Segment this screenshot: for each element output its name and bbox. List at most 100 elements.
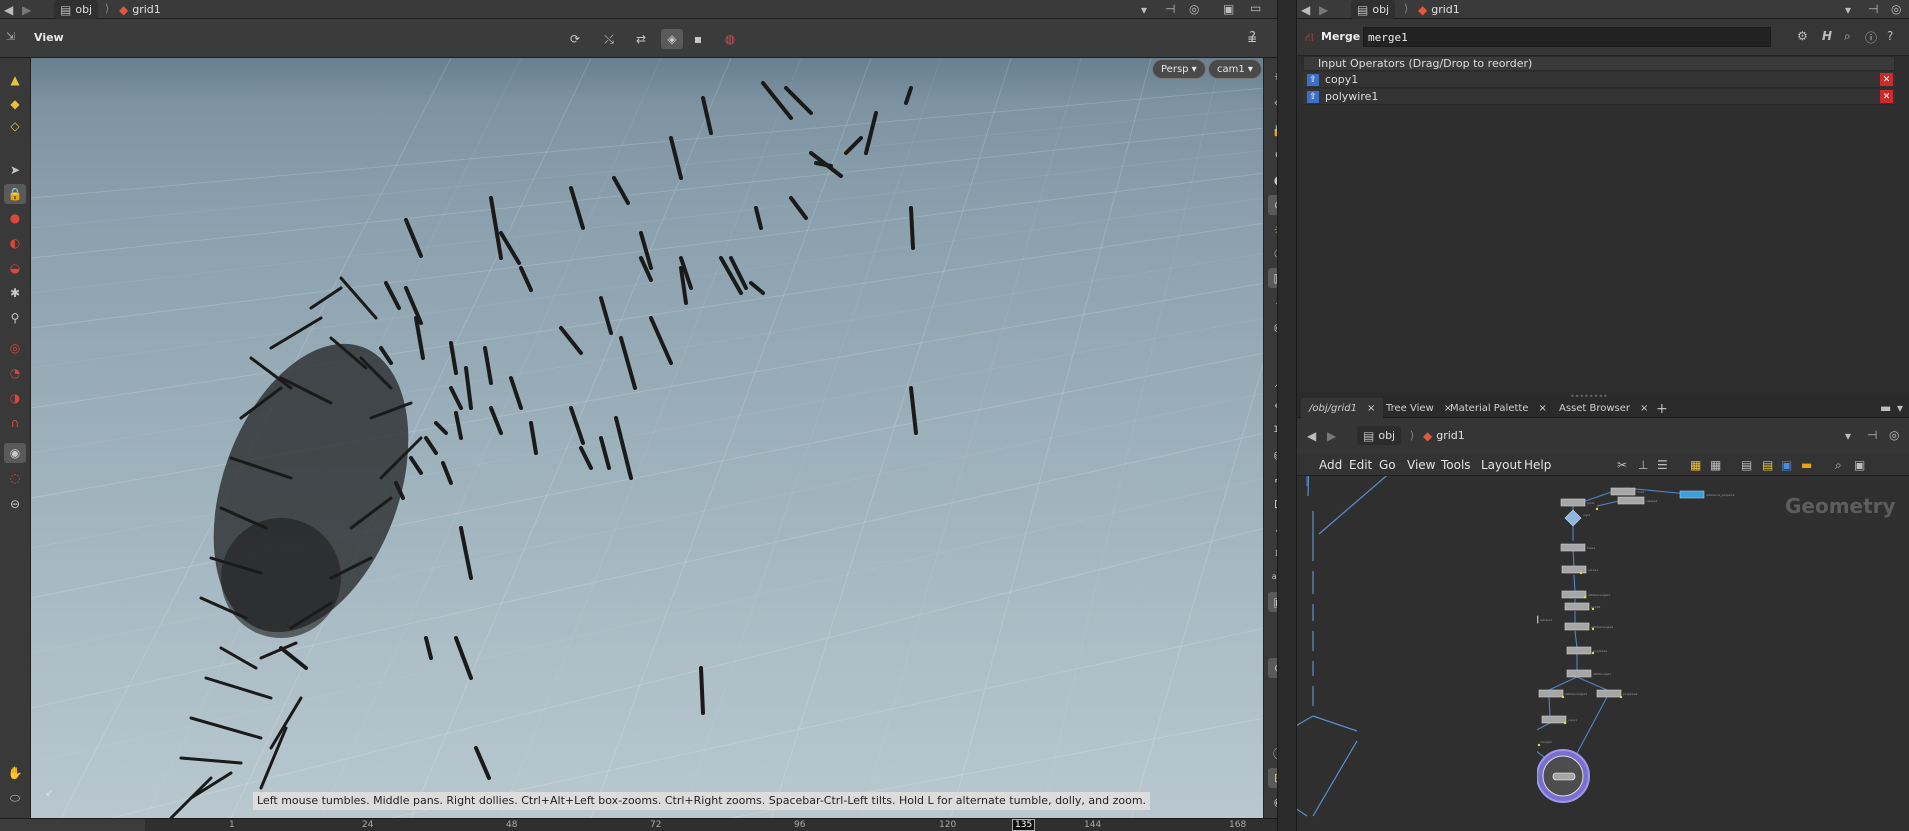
pane-menu-icon[interactable]: ▬ — [1880, 401, 1891, 415]
help-icon[interactable]: ? — [1249, 30, 1256, 45]
close-icon[interactable]: × — [1367, 403, 1375, 414]
camera-menu[interactable]: cam1 ▾ — [1208, 59, 1262, 79]
path-node-button[interactable]: ◆ grid1 — [1417, 426, 1471, 445]
path-node-button[interactable]: ◆ grid1 — [1412, 0, 1466, 19]
menu-layout[interactable]: Layout — [1481, 458, 1522, 472]
grid-color-icon[interactable]: ▦ — [1690, 458, 1701, 472]
delete-icon[interactable]: ✕ — [1880, 73, 1893, 86]
path-root-button[interactable]: ▤ obj — [1351, 0, 1396, 19]
snap-prim-icon[interactable]: ◔ — [4, 363, 26, 383]
layout-icon[interactable]: ▭ — [1250, 1, 1261, 15]
note-icon[interactable]: ▤ — [1762, 458, 1773, 472]
paint-icon[interactable]: ◆ — [4, 94, 26, 114]
tree-icon[interactable]: ⊥ — [1638, 458, 1648, 472]
move-icon[interactable]: ● — [4, 208, 26, 228]
close-icon[interactable]: × — [1640, 403, 1648, 414]
hand-icon[interactable]: ✋ — [4, 763, 26, 783]
path-dropdown-icon[interactable]: ▾ — [1845, 3, 1851, 17]
network-editor[interactable]: Geometry grid1 line1 sweep1 reference_po… — [1297, 476, 1909, 831]
render-region-icon[interactable]: ◌ — [4, 468, 26, 488]
pane-dropdown-icon[interactable]: ▾ — [1897, 401, 1903, 415]
menu-view[interactable]: View — [1407, 458, 1435, 472]
select-all-icon[interactable]: ⟳ — [564, 29, 586, 49]
forward-arrow-icon[interactable]: ▶ — [1319, 3, 1328, 17]
list-icon[interactable]: ☰ — [1657, 458, 1668, 472]
pin-icon[interactable]: ⊣ — [1165, 2, 1175, 16]
path-root-button[interactable]: ▤ obj — [1357, 426, 1402, 445]
camera-icon[interactable]: ▣ — [1854, 458, 1865, 472]
help-icon[interactable]: ? — [1887, 29, 1893, 43]
search-icon[interactable]: ⌕ — [1844, 29, 1851, 44]
grid-icon[interactable]: ▦ — [1710, 458, 1721, 472]
forward-arrow-icon[interactable]: ▶ — [1327, 429, 1336, 443]
pane-handle-icon[interactable]: ⇲ — [6, 30, 15, 43]
menu-edit[interactable]: Edit — [1349, 458, 1372, 472]
timeline-bar[interactable]: 1 24 48 72 96 120 144 168 135 — [0, 818, 1277, 831]
node-name-field[interactable] — [1363, 27, 1771, 47]
pane-divider[interactable] — [1277, 0, 1297, 831]
back-arrow-icon[interactable]: ◀ — [1301, 3, 1310, 17]
pose-icon[interactable]: ✱ — [4, 283, 26, 303]
render-icon[interactable]: ⬭ — [4, 788, 26, 808]
link-icon[interactable]: ◎ — [1189, 2, 1199, 16]
up-arrow-icon[interactable]: ⇧ — [1307, 90, 1319, 103]
link-icon[interactable]: ◎ — [1891, 2, 1901, 16]
tab-label: /obj/grid1 — [1309, 402, 1357, 414]
svg-text:grid1: grid1 — [1587, 501, 1595, 505]
desktop-icon[interactable]: ▣ — [1223, 2, 1234, 16]
menu-tools[interactable]: Tools — [1441, 458, 1471, 472]
info-icon[interactable]: ⓘ — [1865, 29, 1877, 46]
view-tool-icon[interactable]: ◉ — [4, 443, 26, 463]
snap-grid-icon[interactable]: ◎ — [4, 338, 26, 358]
scale-icon[interactable]: ◒ — [4, 258, 26, 278]
path-node-button[interactable]: ◆ grid1 — [113, 0, 167, 19]
back-arrow-icon[interactable]: ◀ — [4, 3, 13, 17]
menu-go[interactable]: Go — [1379, 458, 1396, 472]
lamp-icon[interactable]: ▲ — [4, 70, 26, 90]
magnet-icon[interactable]: ∩ — [4, 413, 26, 433]
tab-network[interactable]: /obj/grid1 × — [1301, 398, 1384, 418]
up-arrow-icon[interactable]: ⇧ — [1307, 73, 1319, 86]
brush-icon[interactable]: ◇ — [4, 116, 26, 136]
houdini-help-icon[interactable]: H — [1822, 29, 1832, 43]
add-tab-icon[interactable]: + — [1656, 401, 1668, 417]
tab-asset-browser[interactable]: Asset Browser × — [1551, 398, 1656, 418]
forward-arrow-icon[interactable]: ▶ — [22, 3, 31, 17]
current-frame-indicator[interactable]: 135 — [1012, 819, 1036, 831]
menu-add[interactable]: Add — [1319, 458, 1342, 472]
wrench-icon[interactable]: ✂ — [1617, 458, 1627, 472]
sticky-icon[interactable]: ▤ — [1741, 458, 1752, 472]
tab-label: Material Palette — [1450, 402, 1529, 414]
input-operator-row[interactable]: ⇧ copy1 ✕ — [1303, 72, 1895, 88]
path-dropdown-icon[interactable]: ▾ — [1141, 3, 1147, 17]
pin-icon[interactable]: ⊣ — [1867, 428, 1877, 442]
rotate-icon[interactable]: ◐ — [4, 233, 26, 253]
path-dropdown-icon[interactable]: ▾ — [1845, 429, 1851, 443]
menu-help[interactable]: Help — [1524, 458, 1551, 472]
search-icon[interactable]: ⌕ — [1835, 458, 1842, 473]
close-icon[interactable]: × — [1538, 403, 1546, 414]
select-groups-icon[interactable]: ⇄ — [630, 29, 652, 49]
3d-viewport[interactable]: ↙ Persp ▾ cam1 ▾ Left mouse tumbles. Mid… — [31, 58, 1265, 818]
link-icon[interactable]: ◎ — [1889, 428, 1899, 442]
perspective-menu[interactable]: Persp ▾ — [1152, 59, 1206, 79]
select-visible-icon[interactable]: ⤯ — [598, 29, 620, 49]
select-arrow-icon[interactable]: ➤ — [4, 160, 26, 180]
path-node-label: grid1 — [1431, 3, 1460, 16]
snap-point-icon[interactable]: ◑ — [4, 388, 26, 408]
image-icon[interactable]: ▣ — [1781, 458, 1792, 472]
handle-icon[interactable]: ⚲ — [4, 308, 26, 328]
gear-icon[interactable]: ⚙ — [1797, 29, 1808, 43]
delete-icon[interactable]: ✕ — [1880, 90, 1893, 103]
archive-icon[interactable]: ▬ — [1801, 458, 1812, 472]
camera-lens-icon[interactable]: ⊖ — [4, 494, 26, 514]
snapshot-icon[interactable]: ▪ — [687, 29, 709, 49]
tab-material-palette[interactable]: Material Palette × — [1442, 398, 1555, 418]
input-operator-row[interactable]: ⇧ polywire1 ✕ — [1303, 89, 1895, 105]
lock-select-icon[interactable]: 🔒 — [4, 184, 26, 204]
record-icon[interactable]: ◍ — [719, 29, 741, 49]
object-mode-icon[interactable]: ◈ — [661, 29, 683, 49]
path-root-button[interactable]: ▤ obj — [54, 0, 99, 19]
back-arrow-icon[interactable]: ◀ — [1307, 429, 1316, 443]
pin-icon[interactable]: ⊣ — [1868, 2, 1878, 16]
